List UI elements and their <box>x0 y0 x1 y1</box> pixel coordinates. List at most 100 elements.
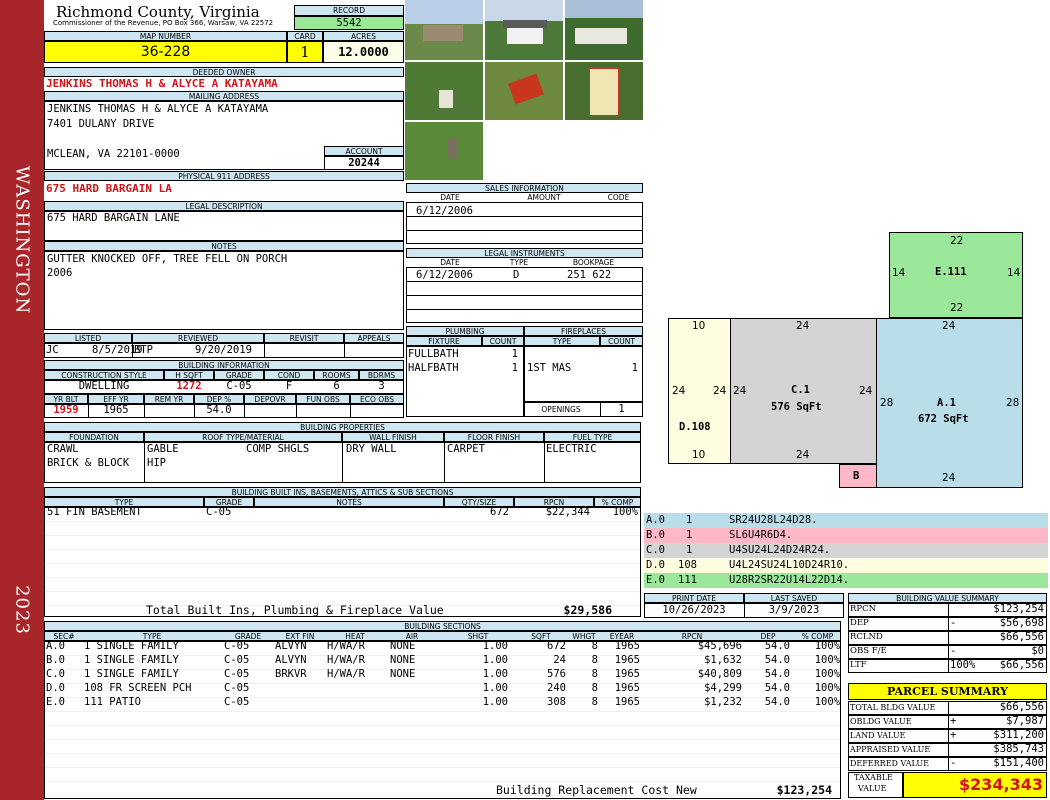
last-saved: 3/9/2023 <box>768 604 820 616</box>
sketch-e-label: E.111 <box>935 266 967 278</box>
fireplace-type: 1ST MAS <box>527 362 572 374</box>
acres-label: ACRES <box>323 31 404 41</box>
condition: F <box>285 380 293 392</box>
legal-description-label: LEGAL DESCRIPTION <box>44 201 404 211</box>
section-rpcn: $45,696 <box>697 640 742 652</box>
depreciation: 54.0 <box>206 404 232 416</box>
tax-year: 2023 <box>11 585 33 635</box>
sales-amount-label: AMOUNT <box>527 193 561 202</box>
section-sqft: 308 <box>547 696 566 708</box>
cond-label: COND <box>264 370 314 380</box>
property-photo-1[interactable] <box>405 0 483 60</box>
sketch-d-label: D.108 <box>679 421 711 433</box>
property-photo-3[interactable] <box>565 0 643 60</box>
value-summary-divider <box>948 631 949 645</box>
sketch-e-bottom: 22 <box>950 302 964 314</box>
fuel-label: FUEL TYPE <box>544 432 641 442</box>
section-grade: C-05 <box>224 696 250 708</box>
parcel-summary-label: PARCEL SUMMARY <box>848 683 1047 700</box>
reviewed-date: 9/20/2019 <box>195 344 252 356</box>
builtin-grade: C-05 <box>206 506 232 518</box>
section-dep: 54.0 <box>764 640 790 652</box>
parcel-summary-divider <box>948 743 949 757</box>
fixture-label: FIXTURE <box>406 336 482 346</box>
parcel-summary-key: TOTAL BLDG VALUE <box>850 703 936 712</box>
section-type: 1 SINGLE FAMILY <box>84 668 179 680</box>
section-comp: 100% <box>814 682 840 694</box>
parcel-summary-value: $151,400 <box>993 757 1044 769</box>
section-type: 108 FR SCREEN PCH <box>84 682 192 694</box>
effective-year: 1965 <box>103 404 129 416</box>
physical-address: 675 HARD BARGAIN LA <box>46 182 172 195</box>
builtins-total-label: Total Built Ins, Plumbing & Fireplace Va… <box>146 603 444 617</box>
sections-total: $123,254 <box>776 783 832 797</box>
value-summary-key: LTF <box>850 660 867 670</box>
value-summary-key: RPCN <box>850 604 877 614</box>
section-air: NONE <box>390 640 416 652</box>
print-date-label: PRINT DATE <box>644 593 744 603</box>
value-summary-value: $66,556 <box>999 631 1044 643</box>
builtins-label: BUILDING BUILT INS, BASEMENTS, ATTICS & … <box>44 487 641 497</box>
section-rpcn: $1,632 <box>704 654 742 666</box>
parcel-summary-value: $66,556 <box>999 701 1044 713</box>
property-photo-4[interactable] <box>405 62 483 120</box>
builtins-table <box>44 507 641 617</box>
value-summary-divider <box>948 645 949 659</box>
vector-row: A.0 1 SR24U28L24D28. <box>644 513 1048 528</box>
property-photo-6[interactable] <box>565 62 643 120</box>
account-number: 20244 <box>324 156 404 170</box>
fixture-count-label: COUNT <box>482 336 524 346</box>
section-grade: C-05 <box>224 668 250 680</box>
wall-label: WALL FINISH <box>342 432 444 442</box>
remyr-label: REM YR <box>144 394 194 404</box>
builtin-qty: 672 <box>490 506 509 518</box>
sketch-a-right: 28 <box>1006 397 1020 409</box>
builtins-total: $29,586 <box>563 603 612 617</box>
fireplaces-label: FIREPLACES <box>524 326 643 336</box>
property-photo-7[interactable] <box>405 122 483 180</box>
sketch-c-right: 24 <box>859 385 873 397</box>
section-eyear: 1965 <box>614 682 640 694</box>
section-comp: 100% <box>814 654 840 666</box>
physical-address-label: PHYSICAL 911 ADDRESS <box>44 171 404 181</box>
section-dep: 54.0 <box>764 682 790 694</box>
sketch-c-bottom: 24 <box>796 449 810 461</box>
instrument-type: D <box>513 269 520 281</box>
sketch-d-right: 24 <box>713 385 727 397</box>
parcel-summary-value: $7,987 <box>1006 715 1044 727</box>
last-saved-label: LAST SAVED <box>744 593 844 603</box>
sketch-a-bottom: 24 <box>942 472 956 484</box>
reviewer: BTP <box>134 344 153 356</box>
deeded-owner-label: DEEDED OWNER <box>44 67 404 77</box>
parcel-summary-value: $311,200 <box>993 729 1044 741</box>
parcel-summary-table: TOTAL BLDG VALUE $66,556 OBLDG VALUE + $7,98… <box>848 701 1047 771</box>
year-built: 1959 <box>53 404 79 416</box>
reviewed-label: REVIEWED <box>132 333 264 343</box>
grade: C-05 <box>226 380 252 392</box>
section-rpcn: $40,809 <box>697 668 742 680</box>
property-photo-2[interactable] <box>485 0 563 60</box>
value-summary-value: $0 <box>1031 645 1044 657</box>
section-sqft: 24 <box>553 654 566 666</box>
section-rpcn: $1,232 <box>704 696 742 708</box>
section-sec: E.0 <box>46 696 65 708</box>
section-air: NONE <box>390 668 416 680</box>
sales-label: SALES INFORMATION <box>406 183 643 193</box>
section-grade: C-05 <box>224 682 250 694</box>
sketch-d-top: 10 <box>692 320 706 332</box>
section-shgt: 1.00 <box>482 640 508 652</box>
section-shgt: 1.00 <box>482 654 508 666</box>
value-summary-key: OBS F/E <box>850 646 887 656</box>
property-photo-5[interactable] <box>485 62 563 120</box>
revisit-label: REVISIT <box>264 333 344 343</box>
parcel-summary-divider <box>948 729 949 743</box>
notes-line-2: 2006 <box>47 267 73 279</box>
sketch-c-label: C.1 <box>791 384 810 396</box>
section-whgt: 8 <box>591 696 598 708</box>
map-number: 36-228 <box>44 41 287 63</box>
section-comp: 100% <box>814 640 840 652</box>
value-summary-value: $123,254 <box>993 603 1044 615</box>
section-dep: 54.0 <box>764 654 790 666</box>
section-heat: H/WA/R <box>327 668 365 680</box>
section-ext: ALVYN <box>275 640 307 652</box>
